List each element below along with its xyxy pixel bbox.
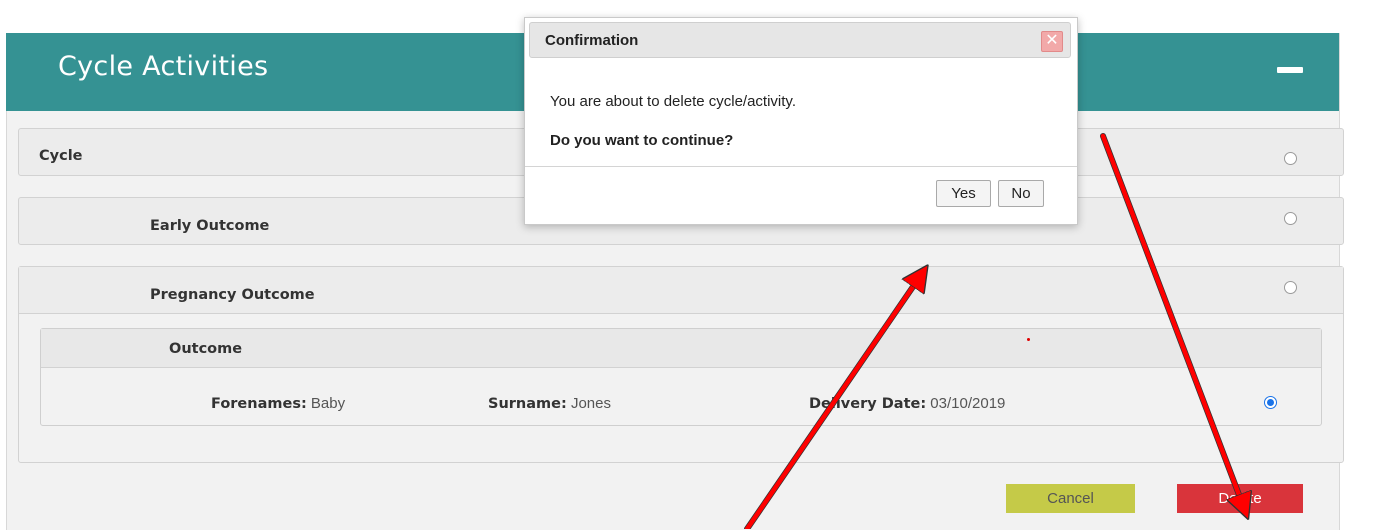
pregnancy-outcome-label: Pregnancy Outcome: [150, 287, 315, 303]
surname-label: Surname:: [488, 396, 567, 412]
forenames-label: Forenames:: [211, 396, 307, 412]
minus-icon[interactable]: [1277, 67, 1303, 73]
close-icon[interactable]: ✕: [1041, 31, 1063, 52]
delivery-date-field: Delivery Date: 03/10/2019: [809, 395, 1005, 412]
cancel-button[interactable]: Cancel: [1006, 484, 1135, 513]
confirmation-dialog: Confirmation ✕ You are about to delete c…: [524, 17, 1078, 225]
cycle-label: Cycle: [39, 148, 83, 164]
dialog-divider: [525, 166, 1077, 167]
outcome-radio[interactable]: [1264, 396, 1277, 409]
cycle-radio[interactable]: [1284, 152, 1297, 165]
forenames-field: Forenames: Baby: [211, 395, 345, 412]
red-dot-mark: [1027, 338, 1030, 341]
yes-button[interactable]: Yes: [936, 180, 991, 207]
pregnancy-outcome-radio[interactable]: [1284, 281, 1297, 294]
forenames-value: Baby: [306, 395, 346, 412]
early-outcome-radio[interactable]: [1284, 212, 1297, 225]
delivery-date-value: 03/10/2019: [926, 395, 1006, 412]
surname-field: Surname: Jones: [488, 395, 611, 412]
delete-button[interactable]: Delete: [1177, 484, 1303, 513]
early-outcome-label: Early Outcome: [150, 218, 270, 234]
no-button[interactable]: No: [998, 180, 1044, 207]
outcome-label: Outcome: [169, 341, 243, 357]
outcome-row[interactable]: Outcome: [41, 329, 1321, 368]
dialog-message: You are about to delete cycle/activity.: [550, 93, 796, 110]
pregnancy-outcome-row[interactable]: Pregnancy Outcome: [19, 267, 1343, 314]
surname-value: Jones: [566, 395, 611, 412]
delivery-date-label: Delivery Date:: [809, 396, 927, 412]
dialog-title: Confirmation: [545, 32, 639, 49]
page-title: Cycle Activities: [58, 51, 269, 82]
dialog-titlebar[interactable]: Confirmation ✕: [529, 22, 1071, 58]
dialog-question: Do you want to continue?: [550, 132, 734, 149]
outcome-panel: Outcome Forenames: Baby Surname: Jones D…: [40, 328, 1322, 426]
